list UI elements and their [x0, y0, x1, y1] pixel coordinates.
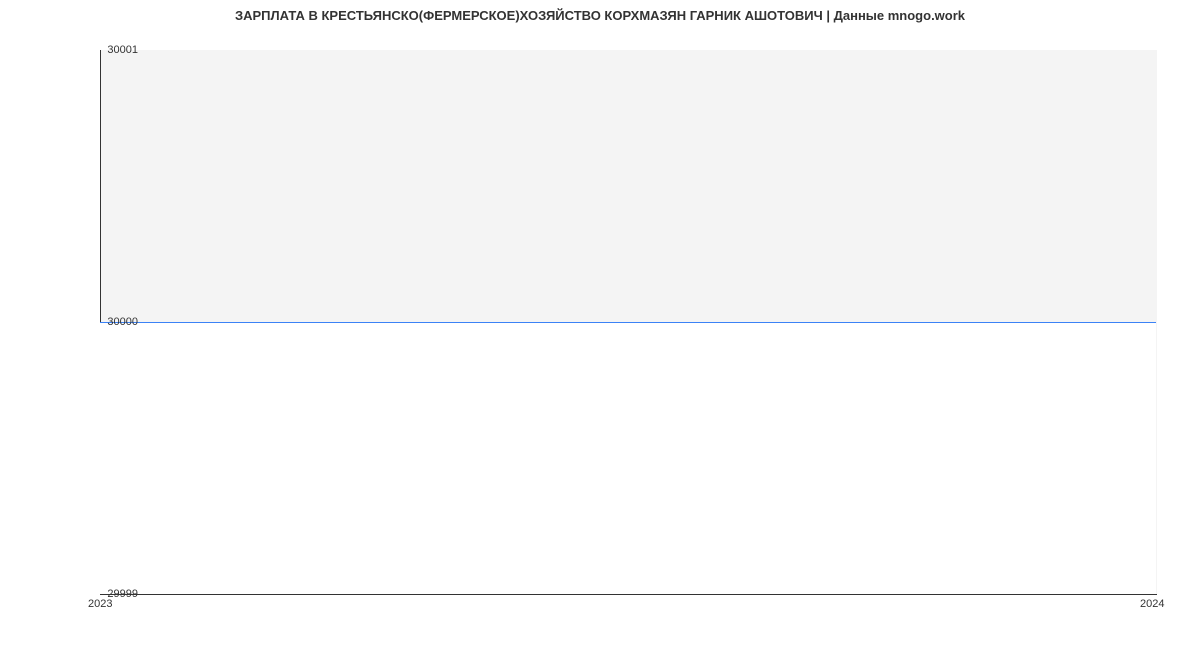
y-tick-mid: 30000 [107, 316, 138, 328]
y-tick-top: 30001 [107, 44, 138, 56]
chart-area [100, 50, 1156, 594]
x-tick-left: 2023 [88, 598, 112, 610]
x-tick-right: 2024 [1140, 598, 1164, 610]
gridline-lower-band [100, 322, 1156, 594]
data-line [100, 322, 1156, 323]
chart-title: ЗАРПЛАТА В КРЕСТЬЯНСКО(ФЕРМЕРСКОЕ)ХОЗЯЙС… [0, 8, 1200, 23]
